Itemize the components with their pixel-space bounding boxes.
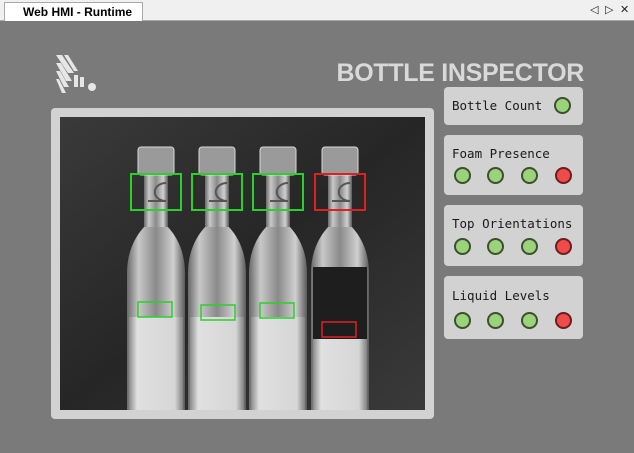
top-orientations-label: Top Orientations: [452, 216, 573, 231]
tab-title: Web HMI - Runtime: [23, 5, 133, 19]
inspection-image: [60, 117, 425, 410]
tab-web-hmi-runtime[interactable]: Web HMI - Runtime: [4, 2, 144, 21]
liquid-levels-indicator-2: [487, 312, 504, 329]
liquid-levels-indicator-1: [454, 312, 471, 329]
bottle-count-indicator-1: [554, 97, 571, 114]
tab-scroll-right-icon[interactable]: ▷: [605, 3, 613, 17]
liquid-levels-indicator-4: [555, 312, 572, 329]
foam-presence-indicator-1: [454, 167, 471, 184]
foam-presence-panel: Foam Presence: [444, 135, 583, 195]
top-orientations-panel: Top Orientations: [444, 205, 583, 266]
foam-presence-indicator-2: [487, 167, 504, 184]
bottle-count-label: Bottle Count: [452, 98, 543, 113]
top-orientations-indicator-3: [521, 238, 538, 255]
foam-presence-label: Foam Presence: [452, 146, 550, 161]
liquid-levels-panel: Liquid Levels: [444, 276, 583, 339]
liquid-levels-indicator-3: [521, 312, 538, 329]
top-orientations-indicator-1: [454, 238, 471, 255]
zebra-logo-icon: [56, 55, 96, 93]
foam-presence-indicator-4: [555, 167, 572, 184]
camera-view-frame: [51, 108, 434, 419]
tab-strip: Web HMI - Runtime ◁ ▷ ✕: [0, 0, 634, 21]
hmi-screen: BOTTLE INSPECTOR Bottle Count Foam Prese…: [0, 21, 634, 453]
close-icon[interactable]: ✕: [620, 3, 629, 17]
liquid-levels-label: Liquid Levels: [452, 288, 550, 303]
camera-image: [60, 117, 425, 410]
bottle-count-panel: Bottle Count: [444, 87, 583, 125]
foam-presence-indicator-3: [521, 167, 538, 184]
top-orientations-indicator-2: [487, 238, 504, 255]
top-orientations-indicator-4: [555, 238, 572, 255]
page-title: BOTTLE INSPECTOR: [336, 59, 584, 87]
tab-scroll-left-icon[interactable]: ◁: [590, 3, 598, 17]
